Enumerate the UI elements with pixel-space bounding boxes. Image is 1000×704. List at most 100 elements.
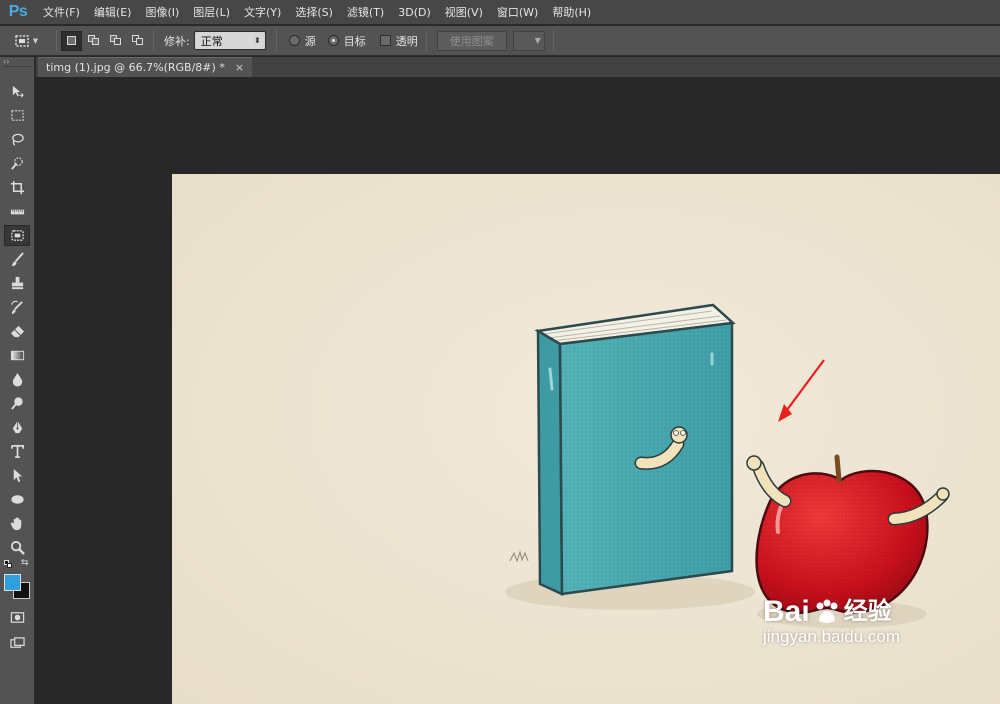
pattern-picker[interactable]: ▼: [512, 30, 545, 51]
menu-layer[interactable]: 图层(L): [186, 0, 237, 25]
menu-select[interactable]: 选择(S): [288, 0, 340, 25]
transparent-checkbox[interactable]: [379, 35, 391, 46]
swap-colors-icon[interactable]: ⇆: [21, 558, 29, 568]
tool-screen-mode[interactable]: [4, 633, 30, 654]
divider: [425, 29, 427, 52]
color-swatches: ⇆: [4, 558, 32, 600]
tool-blur[interactable]: [4, 369, 30, 390]
menu-filter[interactable]: 滤镜(T): [340, 0, 391, 25]
tool-brush[interactable]: [4, 249, 30, 270]
document-tab-bar: timg (1).jpg @ 66.7%(RGB/8#) * ×: [36, 57, 1000, 77]
destination-radio[interactable]: [327, 35, 339, 46]
tool-zoom[interactable]: [4, 537, 30, 558]
patch-label: 修补:: [164, 34, 190, 48]
subtract-selection-icon: [109, 35, 122, 46]
tool-preset-picker[interactable]: ▼: [0, 26, 52, 56]
tool-history-brush[interactable]: [4, 297, 30, 318]
dodge-icon: [10, 397, 23, 410]
hand-icon: [10, 517, 21, 531]
document-tab[interactable]: timg (1).jpg @ 66.7%(RGB/8#) * ×: [38, 57, 253, 77]
source-radio[interactable]: [288, 35, 300, 46]
eraser-icon: [10, 325, 24, 338]
menu-help[interactable]: 帮助(H): [545, 0, 598, 25]
move-icon: [12, 85, 24, 98]
divider: [56, 29, 57, 52]
collapse-grip-icon[interactable]: ››: [0, 57, 34, 66]
baidu-watermark: Bai 经验 jingyan.baidu.com: [763, 595, 900, 647]
tool-ruler[interactable]: [4, 201, 30, 222]
patch-icon: [10, 230, 24, 241]
baidu-paw-icon: [816, 599, 838, 623]
watermark-brand-suffix: 经验: [843, 598, 892, 625]
divider: [3, 66, 31, 67]
chevron-down-icon: ▼: [32, 36, 39, 45]
tool-crop[interactable]: [4, 177, 30, 198]
tool-marquee[interactable]: [4, 105, 30, 126]
chevron-down-icon: ▼: [534, 36, 541, 45]
intersect-selection-icon: [131, 35, 144, 46]
zoom-icon: [10, 540, 25, 555]
tool-path-select[interactable]: [4, 465, 30, 486]
patch-mode-value: 正常: [200, 34, 223, 48]
tool-move[interactable]: [4, 81, 30, 102]
select-arrows-icon: ⬍: [254, 36, 261, 45]
menu-file[interactable]: 文件(F): [36, 0, 87, 25]
menu-3d[interactable]: 3D(D): [391, 0, 438, 25]
toolbox: ›› ⇆: [0, 57, 35, 704]
brush-icon: [11, 252, 24, 267]
patch-icon: [15, 34, 29, 47]
tool-quick-select[interactable]: [4, 153, 30, 174]
tool-ellipse[interactable]: [4, 489, 30, 510]
screen-mode-icon: [9, 637, 25, 648]
subtract-selection-button[interactable]: [105, 31, 126, 51]
quick-mask-icon: [10, 612, 24, 623]
photoshop-logo: Ps: [8, 3, 28, 20]
tool-hand[interactable]: [4, 513, 30, 534]
watermark-url: jingyan.baidu.com: [763, 627, 901, 646]
tool-eraser[interactable]: [4, 321, 30, 342]
document-title: timg (1).jpg @ 66.7%(RGB/8#) *: [46, 61, 225, 74]
history-brush-icon: [10, 300, 23, 315]
quick-select-icon: [10, 157, 23, 170]
pen-icon: [12, 420, 22, 434]
foreground-color-swatch[interactable]: [4, 574, 21, 591]
lasso-icon: [11, 133, 24, 146]
tool-dodge[interactable]: [4, 393, 30, 414]
options-bar: ▼ 修补: 正常 ⬍ 源 目标 透明 使用图案 ▼: [0, 26, 1000, 56]
type-icon: [10, 445, 24, 458]
default-colors-icon[interactable]: [4, 560, 12, 568]
new-selection-icon: [67, 36, 76, 45]
menu-image[interactable]: 图像(I): [138, 0, 186, 25]
destination-label: 目标: [343, 34, 366, 48]
tool-lasso[interactable]: [4, 129, 30, 150]
close-icon[interactable]: ×: [235, 61, 244, 74]
path-select-icon: [13, 468, 22, 483]
stamp-icon: [11, 276, 23, 290]
menu-view[interactable]: 视图(V): [438, 0, 490, 25]
use-pattern-button[interactable]: 使用图案: [436, 30, 507, 51]
tool-gradient[interactable]: [4, 345, 30, 366]
gradient-icon: [10, 350, 24, 361]
menu-edit[interactable]: 编辑(E): [87, 0, 139, 25]
ruler-icon: [10, 209, 24, 215]
tool-patch[interactable]: [4, 225, 30, 246]
menu-window[interactable]: 窗口(W): [490, 0, 545, 25]
tool-stamp[interactable]: [4, 273, 30, 294]
source-label: 源: [304, 34, 316, 48]
divider: [275, 29, 277, 52]
tool-pen[interactable]: [4, 417, 30, 438]
tool-quick-mask[interactable]: [4, 607, 30, 628]
new-selection-button[interactable]: [61, 30, 82, 51]
crop-icon: [10, 180, 24, 195]
divider: [153, 29, 154, 52]
watermark-brand: Bai: [763, 595, 810, 628]
tool-type[interactable]: [4, 441, 30, 462]
add-selection-button[interactable]: [83, 31, 104, 51]
divider: [552, 29, 554, 52]
patch-mode-select[interactable]: 正常 ⬍: [193, 31, 266, 50]
intersect-selection-button[interactable]: [127, 31, 148, 51]
ellipse-icon: [10, 495, 24, 504]
add-selection-icon: [87, 35, 100, 46]
menu-type[interactable]: 文字(Y): [237, 0, 288, 25]
marquee-icon: [10, 110, 24, 121]
